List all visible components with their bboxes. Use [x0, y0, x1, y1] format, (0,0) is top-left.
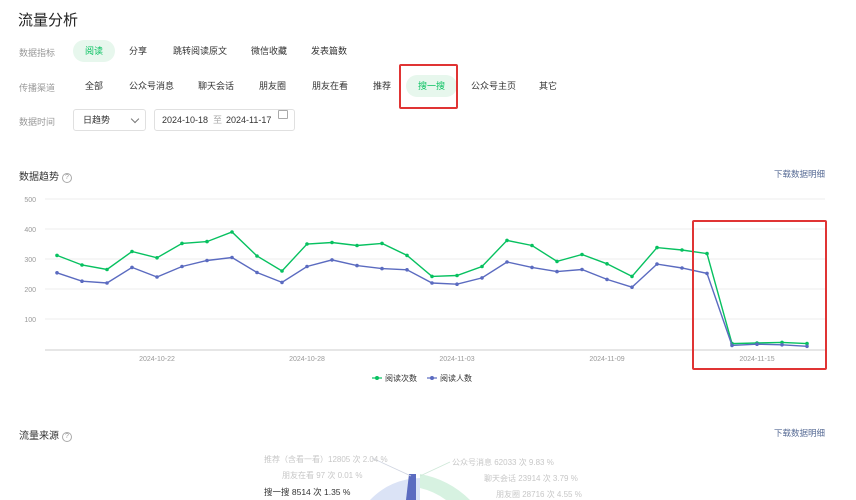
source-label-moments: 朋友圈 28716 次 4.55 % — [496, 489, 582, 499]
source-label-search: 搜一搜 8514 次 1.35 % — [264, 487, 351, 497]
donut-slice-official — [420, 474, 470, 500]
source-label-official-messages: 公众号消息 62033 次 9.83 % — [452, 457, 554, 467]
source-donut: 推荐（含看一看）12805 次 2.04 % 朋友在看 97 次 0.01 % … — [264, 454, 582, 500]
donut-slice-search — [406, 474, 416, 500]
source-label-recommend: 推荐（含看一看）12805 次 2.04 % — [264, 454, 388, 464]
source-label-friends-watching: 朋友在看 97 次 0.01 % — [282, 470, 362, 480]
source-label-chat: 聊天会话 23914 次 3.79 % — [484, 473, 578, 483]
